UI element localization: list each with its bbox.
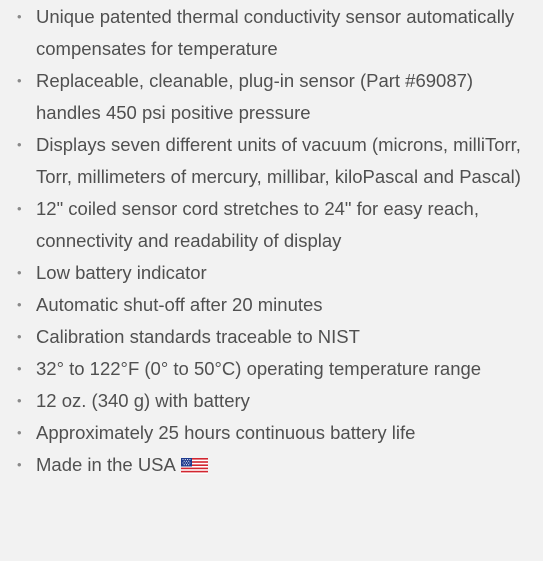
feature-text: 12 oz. (340 g) with battery [36,390,250,411]
list-item: • 12" coiled sensor cord stretches to 24"… [0,193,543,257]
list-item: • 12 oz. (340 g) with battery [0,385,543,417]
list-item: • 32° to 122°F (0° to 50°C) operating tem… [0,353,543,385]
feature-text: Replaceable, cleanable, plug-in sensor (… [36,70,474,123]
bullet: • [17,361,22,376]
list-item: • Replaceable, cleanable, plug-in sensor … [0,65,543,129]
list-item: • Low battery indicator [0,257,543,289]
bullet: • [17,425,22,440]
list-item: • Calibration standards traceable to NIST [0,321,543,353]
list-item: • Unique patented thermal conductivity se… [0,1,543,65]
bullet: • [17,265,22,280]
feature-text: Unique patented thermal conductivity sen… [36,6,515,59]
feature-text: Calibration standards traceable to NIST [36,326,360,347]
feature-text: Displays seven different units of vacuum… [36,134,521,187]
list-item: • Automatic shut-off after 20 minutes [0,289,543,321]
bullet: • [17,201,22,216]
bullet: • [17,9,22,24]
feature-text: 12" coiled sensor cord stretches to 24" … [36,198,479,251]
feature-list: • Unique patented thermal conductivity se… [0,0,543,481]
list-item: • Approximately 25 hours continuous batte… [0,417,543,449]
list-item: • Displays seven different units of vacuu… [0,129,543,193]
bullet: • [17,329,22,344]
bullet: • [17,73,22,88]
list-item: • Made in the USA [0,449,543,481]
feature-text: Low battery indicator [36,262,207,283]
feature-text: Approximately 25 hours continuous batter… [36,422,416,443]
bullet: • [17,297,22,312]
feature-text: Made in the USA [36,454,176,475]
bullet: • [17,137,22,152]
us-flag-icon [180,458,208,474]
feature-text: 32° to 122°F (0° to 50°C) operating temp… [36,358,482,379]
feature-text: Automatic shut-off after 20 minutes [36,294,323,315]
bullet: • [17,393,22,408]
bullet: • [17,457,22,472]
